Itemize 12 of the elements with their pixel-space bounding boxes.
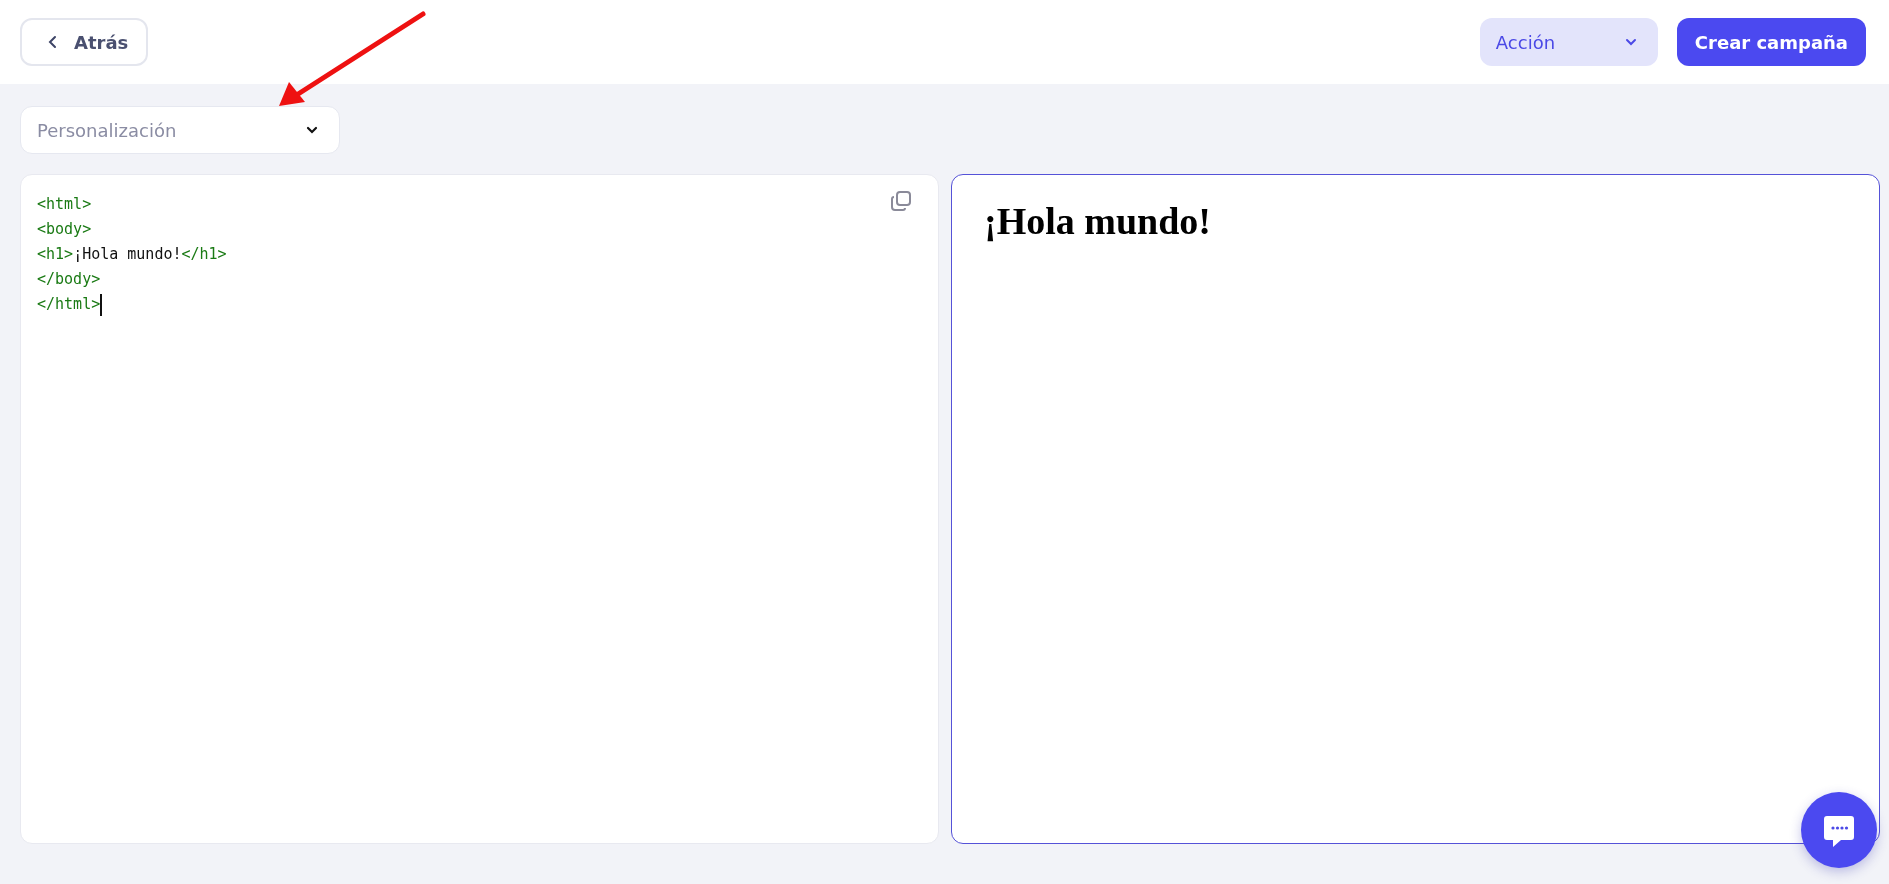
- code-line: </body>: [37, 269, 101, 290]
- code-line: <h1>¡Hola mundo!</h1>: [37, 244, 227, 265]
- code-line: </html>: [37, 292, 102, 317]
- back-button[interactable]: Atrás: [20, 18, 148, 66]
- preview-heading: ¡Hola mundo!: [984, 199, 1211, 243]
- create-campaign-button[interactable]: Crear campaña: [1676, 18, 1866, 66]
- copy-icon[interactable]: [890, 190, 912, 212]
- action-dropdown[interactable]: Acción: [1479, 18, 1658, 66]
- code-line: <html>: [37, 194, 92, 215]
- code-editor[interactable]: <html> <body> <h1>¡Hola mundo!</h1> </body> </html>: [20, 174, 939, 844]
- personalization-dropdown[interactable]: Personalización: [20, 106, 340, 154]
- code-line: <body>: [37, 219, 92, 240]
